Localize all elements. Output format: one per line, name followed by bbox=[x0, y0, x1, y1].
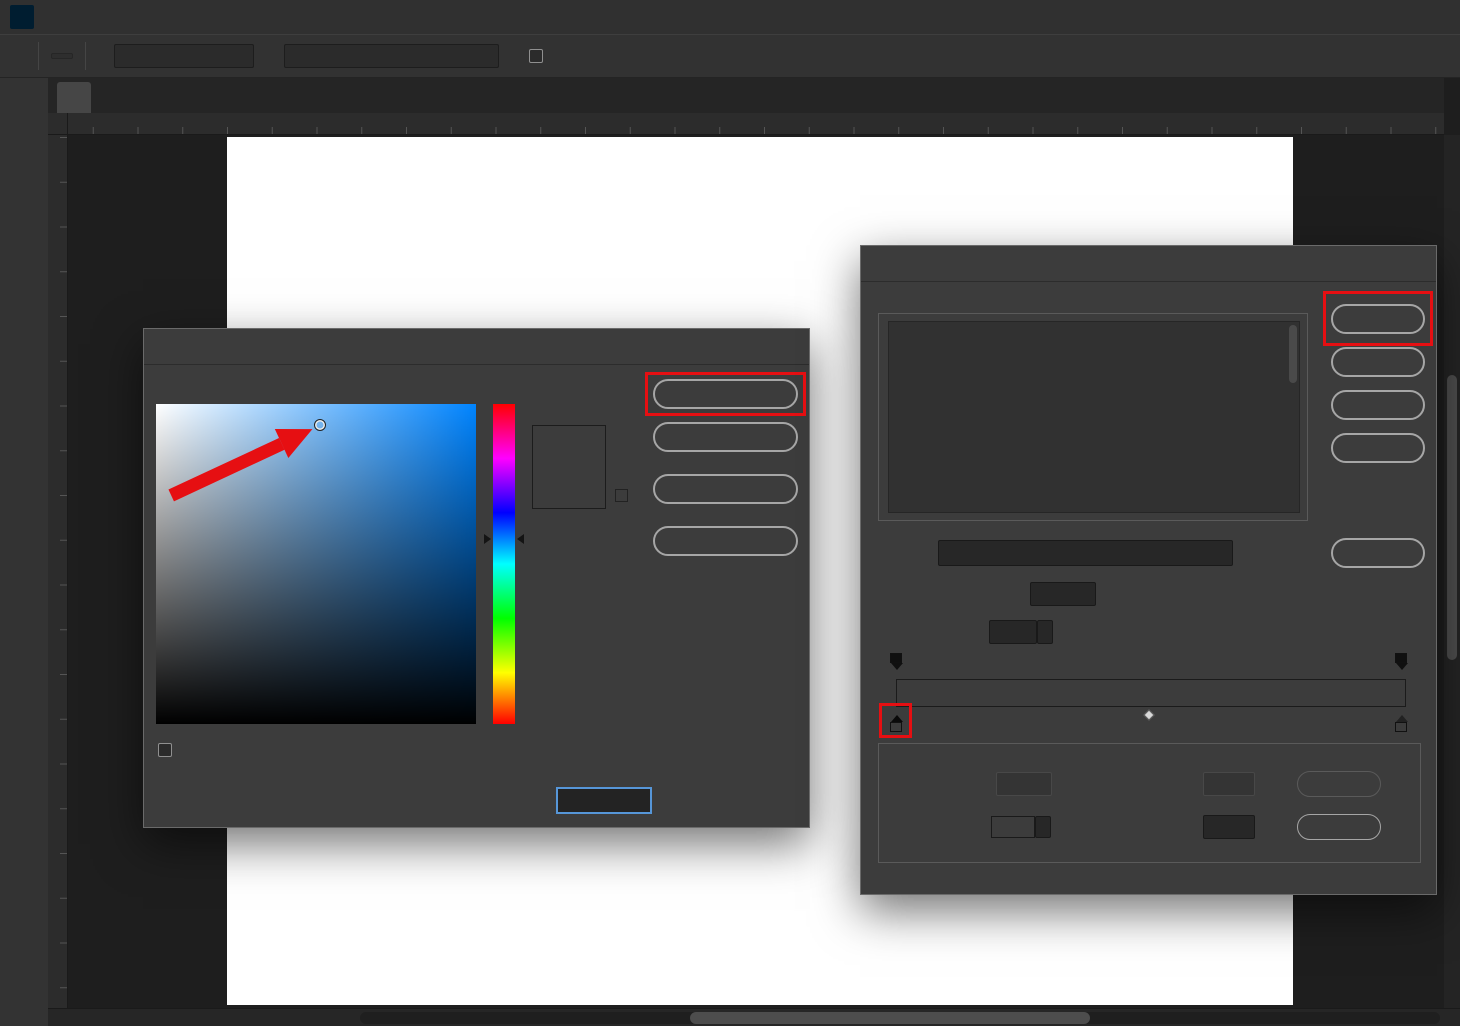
show-sampling-ring-checkbox[interactable] bbox=[529, 49, 543, 63]
sample-dropdown[interactable] bbox=[284, 44, 499, 68]
cancel-button[interactable] bbox=[1331, 347, 1425, 377]
vertical-scrollbar-thumb[interactable] bbox=[1447, 375, 1457, 660]
presets-scrollbar-thumb[interactable] bbox=[1289, 325, 1297, 383]
color-libraries-button[interactable] bbox=[653, 526, 798, 556]
saturation-brightness-field[interactable] bbox=[156, 404, 476, 724]
smoothness-dropdown-toggle[interactable] bbox=[1037, 620, 1053, 644]
annotation-ok-highlight bbox=[645, 372, 806, 416]
gradient-editor-titlebar[interactable] bbox=[861, 246, 1436, 282]
smoothness-input[interactable] bbox=[989, 620, 1037, 644]
hex-input[interactable] bbox=[556, 787, 652, 814]
opacity-stop-right[interactable] bbox=[1395, 653, 1408, 676]
stops-group bbox=[878, 743, 1421, 863]
gamut-color-swatch[interactable] bbox=[615, 489, 628, 502]
gradient-midpoint-marker[interactable] bbox=[1143, 709, 1154, 720]
new-button[interactable] bbox=[1331, 538, 1425, 568]
document-tab[interactable] bbox=[57, 82, 91, 113]
hue-slider-left-arrow[interactable] bbox=[484, 534, 491, 544]
color-stop-swatch bbox=[1395, 722, 1407, 732]
divider bbox=[38, 42, 39, 70]
presets-panel bbox=[888, 321, 1300, 513]
tool-preset-picker[interactable] bbox=[51, 53, 73, 59]
save-button[interactable] bbox=[1331, 433, 1425, 463]
horizontal-scrollbar-thumb[interactable] bbox=[690, 1012, 1090, 1024]
color-location-input[interactable] bbox=[1203, 815, 1255, 839]
photoshop-logo-icon[interactable] bbox=[10, 5, 34, 29]
opacity-stop-pointer bbox=[891, 663, 903, 676]
sample-size-dropdown[interactable] bbox=[114, 44, 254, 68]
opacity-stop-left[interactable] bbox=[890, 653, 903, 676]
tab-bar bbox=[48, 78, 1444, 113]
vertical-scrollbar[interactable] bbox=[1444, 135, 1460, 1008]
photoshop-app bbox=[0, 0, 1460, 1026]
status-bar bbox=[48, 1008, 1460, 1026]
opacity-input bbox=[996, 772, 1052, 796]
vertical-ruler bbox=[48, 135, 68, 1008]
new-current-color-swatch bbox=[532, 425, 606, 509]
opacity-location-input bbox=[1203, 772, 1255, 796]
gradient-name-input[interactable] bbox=[938, 540, 1233, 566]
menu-bar bbox=[0, 0, 1460, 34]
horizontal-ruler bbox=[68, 113, 1444, 135]
options-bar bbox=[0, 34, 1460, 78]
toolbar bbox=[0, 78, 48, 1026]
annotation-stop-highlight bbox=[879, 703, 912, 738]
horizontal-scrollbar[interactable] bbox=[360, 1012, 1440, 1024]
stop-color-dropdown-toggle[interactable] bbox=[1035, 816, 1051, 838]
color-picker-titlebar[interactable] bbox=[144, 329, 809, 365]
gradient-type-dropdown[interactable] bbox=[1030, 582, 1096, 606]
annotation-ok-highlight bbox=[1323, 291, 1433, 346]
stop-color-swatch-button[interactable] bbox=[991, 816, 1035, 838]
add-to-swatches-button[interactable] bbox=[653, 474, 798, 504]
cancel-button[interactable] bbox=[653, 422, 798, 452]
delete-opacity-stop-button bbox=[1297, 771, 1381, 797]
opacity-stop-swatch bbox=[1395, 653, 1407, 663]
color-stop-pointer bbox=[1396, 709, 1408, 722]
load-button[interactable] bbox=[1331, 390, 1425, 420]
gradient-editor-dialog bbox=[860, 245, 1437, 895]
ruler-corner bbox=[48, 113, 68, 135]
only-web-colors-checkbox[interactable] bbox=[158, 743, 172, 757]
hue-slider[interactable] bbox=[493, 404, 515, 724]
color-stop-right[interactable] bbox=[1395, 709, 1408, 732]
color-picker-dialog bbox=[143, 328, 810, 828]
divider bbox=[85, 42, 86, 70]
delete-color-stop-button[interactable] bbox=[1297, 814, 1381, 840]
gradient-preview-bar[interactable] bbox=[896, 679, 1406, 707]
opacity-stop-swatch bbox=[890, 653, 902, 663]
opacity-stop-pointer bbox=[1396, 663, 1408, 676]
hue-slider-right-arrow[interactable] bbox=[517, 534, 524, 544]
